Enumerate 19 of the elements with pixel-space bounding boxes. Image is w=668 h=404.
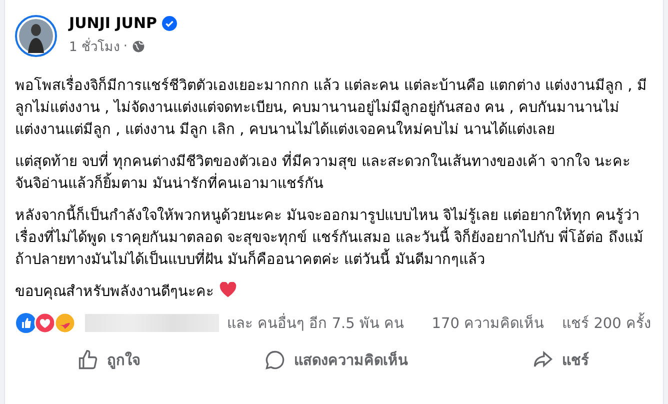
heart-icon bbox=[218, 282, 237, 298]
speech-bubble-icon bbox=[264, 348, 286, 370]
globe-icon bbox=[132, 40, 145, 53]
comment-button[interactable]: แสดงความคิดเห็น bbox=[252, 342, 420, 377]
author-name[interactable]: JUNJI JUNP bbox=[69, 14, 158, 32]
separator: · bbox=[123, 39, 128, 54]
post-time[interactable]: 1 ชั่วโมง bbox=[69, 36, 120, 57]
reaction-count[interactable]: และ คนอื่นๆ อีก 7.5 พัน คน bbox=[227, 311, 404, 334]
post-paragraph: พอโพสเรื่องจิก็มีการแชร์ชีวิตตัวเองเยอะมากกก แล้ว แต่ละคน แต่ละบ้านคือ แตกต่าง แต่งงานมีลูก , มีลูกไม่แต่งงาน , ไม่จัดงานแต่งแต่จดทะเบียน, คบมานานอยู่ไม่มีลูกอยู่กันสอง คน , คบกันมานานไม่แต่งงานแต่มีลูก , แต่งงาน มีลูก เลิก , คบนานไม่ได้แต่งเจอคนใหม่คบไม่ นานได้แต่งเลย bbox=[15, 75, 651, 141]
post-paragraph: แต่สุดท้าย จบที่ ทุกคนต่างมีชีวิตของตัวเอง ที่มีความสุข และสะดวกในเส้นทางของเค้า จากใจ นะคะ จันจิอ่านแล้วก็ยิ้มตาม มันน่ารักที่คนเอามาแชร์กัน bbox=[15, 151, 651, 195]
thumbs-up-icon bbox=[77, 348, 99, 370]
avatar[interactable] bbox=[15, 14, 57, 56]
share-button[interactable]: แชร์ bbox=[520, 342, 601, 377]
post-paragraph: หลังจากนี้ก็เป็นกำลังใจให้พวกหนูด้วยนะคะ มันจะออกมารูปแบบไหน จิไม่รู้เลย แต่อยากให้ทุก คนรู้ว่าเรื่องที่ไม่ได้พูด เราคุยกันมาตลอด จะสุขจะทุกข์ แชร์กันเสมอ และวันนี้ จิก็ยังอยากไปกับ พี่โอ้ต่อ ถึงแม้ถ้าปลายทางมันไม่ได้เป็นแบบที่ฝัน มันก็คืออนาคตค่ะ แต่วันนี้ มันดีมากๆแล้ว bbox=[15, 205, 651, 271]
reaction-icons[interactable] bbox=[15, 312, 77, 334]
comment-count[interactable]: 170 ความคิดเห็น bbox=[432, 311, 544, 334]
share-count[interactable]: แชร์ 200 ครั้ง bbox=[562, 311, 651, 334]
post-paragraph: ขอบคุณสำหรับพลังงานดีๆนะคะ bbox=[15, 281, 651, 303]
like-button[interactable]: ถูกใจ bbox=[65, 342, 152, 377]
